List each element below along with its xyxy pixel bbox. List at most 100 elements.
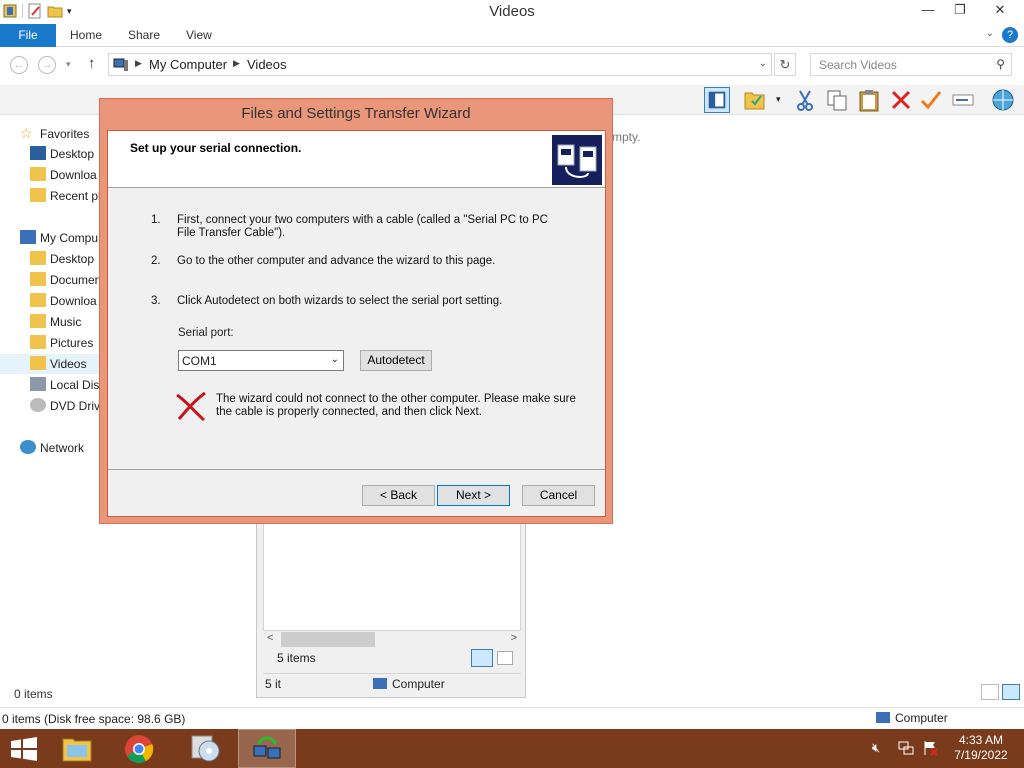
back-nav-button[interactable]: ← [10,56,28,74]
globe-icon[interactable] [990,87,1016,113]
computer-location-icon [113,58,128,71]
dialog-header: Set up your serial connection. [108,131,605,188]
serial-port-value: COM1 [182,354,217,368]
network-icon [20,440,36,454]
folder-icon [30,335,46,349]
folder-icon [30,188,46,202]
up-arrow-icon[interactable]: ↑ [88,55,96,72]
sub-item-count: 5 items [277,651,316,665]
checkmark-icon[interactable] [918,87,944,113]
folder-icon [30,356,46,370]
cancel-button[interactable]: Cancel [522,485,595,506]
close-button[interactable]: ✕ [976,0,1024,22]
copy-icon[interactable] [824,87,850,113]
drive-icon [30,377,46,391]
sidebar-item-desktop-2[interactable]: Desktop [30,249,94,269]
large-icons-view-icon[interactable] [1002,684,1020,700]
autodetect-button[interactable]: Autodetect [360,350,432,371]
computer-status: Computer [876,711,948,725]
chevron-right-icon: ▶ [233,58,240,68]
sub-status-bar: 5 it Computer [263,673,521,695]
next-button[interactable]: Next > [437,485,510,506]
details-view-icon[interactable] [981,684,999,700]
computer-icon [876,712,890,723]
scroll-thumb[interactable] [281,632,375,647]
taskbar-clock[interactable]: 4:33 AM 7/19/2022 [946,733,1016,763]
navigation-bar: ← → ▾ ↑ ▶ My Computer ▶ Videos ⌄ ↻ Searc… [0,47,1024,85]
preview-pane-icon[interactable] [704,87,730,113]
error-x-icon [176,391,206,422]
connection-error-message: The wizard could not connect to the othe… [216,393,576,418]
speaker-muted-icon[interactable]: 🔇︎ [872,740,880,756]
action-center-icon[interactable] [922,740,938,756]
taskbar-transfer-wizard[interactable] [238,729,296,768]
dropdown-arrow-icon[interactable]: ▾ [776,94,781,105]
window-title: Videos [489,3,535,20]
dialog-heading: Set up your serial connection. [130,141,302,155]
forward-nav-button[interactable]: → [38,56,56,74]
folder-check-icon[interactable] [742,87,768,113]
sidebar-item-favorites[interactable]: ☆ Favorites [20,123,89,143]
folder-icon [30,293,46,307]
details-view-icon[interactable] [471,649,493,667]
sidebar-item-desktop[interactable]: Desktop [30,144,94,164]
sidebar-item-dvd-drive[interactable]: DVD Driv [30,396,100,416]
taskbar-media-app[interactable] [176,729,234,768]
desktop-icon [30,146,46,160]
sidebar-item-network[interactable]: Network [20,438,84,458]
tab-file[interactable]: File [0,24,56,47]
folder-icon [30,314,46,328]
wizard-transfer-icon [552,135,602,185]
restore-button[interactable]: ❐ [944,0,976,22]
search-icon: ⚲ [996,57,1005,71]
chrome-icon [125,735,154,763]
back-button[interactable]: < Back [362,485,435,506]
sidebar-item-downloads[interactable]: Downloa [30,165,97,185]
sidebar-item-recent-places[interactable]: Recent pl [30,186,101,206]
clock-date: 7/19/2022 [954,748,1008,762]
chevron-down-icon[interactable]: ⌄ [759,58,767,69]
minimize-button[interactable]: — [912,0,944,22]
file-list-area[interactable] [263,521,521,631]
tab-home[interactable]: Home [70,24,102,47]
sidebar-item-local-disk[interactable]: Local Dis [30,375,99,395]
cut-icon[interactable] [792,87,818,113]
breadcrumb-my-computer[interactable]: My Computer [149,57,227,72]
sidebar-item-videos[interactable]: Videos [0,354,104,374]
expand-ribbon-icon[interactable]: ⌄ [986,28,994,39]
breadcrumb-videos[interactable]: Videos [247,57,287,72]
serial-port-select[interactable]: COM1 ⌄ [178,350,344,371]
taskbar-file-explorer[interactable] [48,729,106,768]
disk-space-status: 0 items (Disk free space: 98.6 GB) [2,712,186,726]
tab-view[interactable]: View [186,24,212,47]
dvd-icon [30,398,46,412]
horizontal-scrollbar[interactable]: < > [263,631,521,648]
sidebar-item-documents[interactable]: Documen [30,270,101,290]
sidebar-item-music[interactable]: Music [30,312,81,332]
folder-icon [30,272,46,286]
scroll-left-icon[interactable]: < [267,632,273,644]
recent-locations-icon[interactable]: ▾ [66,59,71,70]
tab-share[interactable]: Share [128,24,160,47]
delete-icon[interactable] [888,87,914,113]
windows-start-icon[interactable] [10,737,38,761]
refresh-button[interactable]: ↻ [774,53,796,76]
computer-icon [373,678,387,689]
scroll-right-icon[interactable]: > [511,632,517,644]
rename-icon[interactable] [950,87,976,113]
large-icons-view-icon[interactable] [497,651,513,665]
search-input[interactable]: Search Videos ⚲ [810,53,1012,76]
address-bar[interactable]: ▶ My Computer ▶ Videos ⌄ [108,53,772,76]
ribbon-tabs: File Home Share View ⌄ ? [0,24,1024,47]
sidebar-item-my-computer[interactable]: My Compu [20,228,98,248]
chevron-down-icon: ⌄ [330,354,339,365]
taskbar-chrome[interactable] [110,729,168,768]
help-button[interactable]: ? [1002,27,1018,43]
chevron-right-icon: ▶ [135,58,142,68]
sidebar-item-pictures[interactable]: Pictures [30,333,93,353]
network-tray-icon[interactable] [898,740,914,756]
computer-icon [20,230,36,244]
transfer-wizard-dialog: Files and Settings Transfer Wizard Set u… [99,98,613,524]
sidebar-item-downloads-2[interactable]: Downloa [30,291,97,311]
paste-icon[interactable] [856,87,882,113]
